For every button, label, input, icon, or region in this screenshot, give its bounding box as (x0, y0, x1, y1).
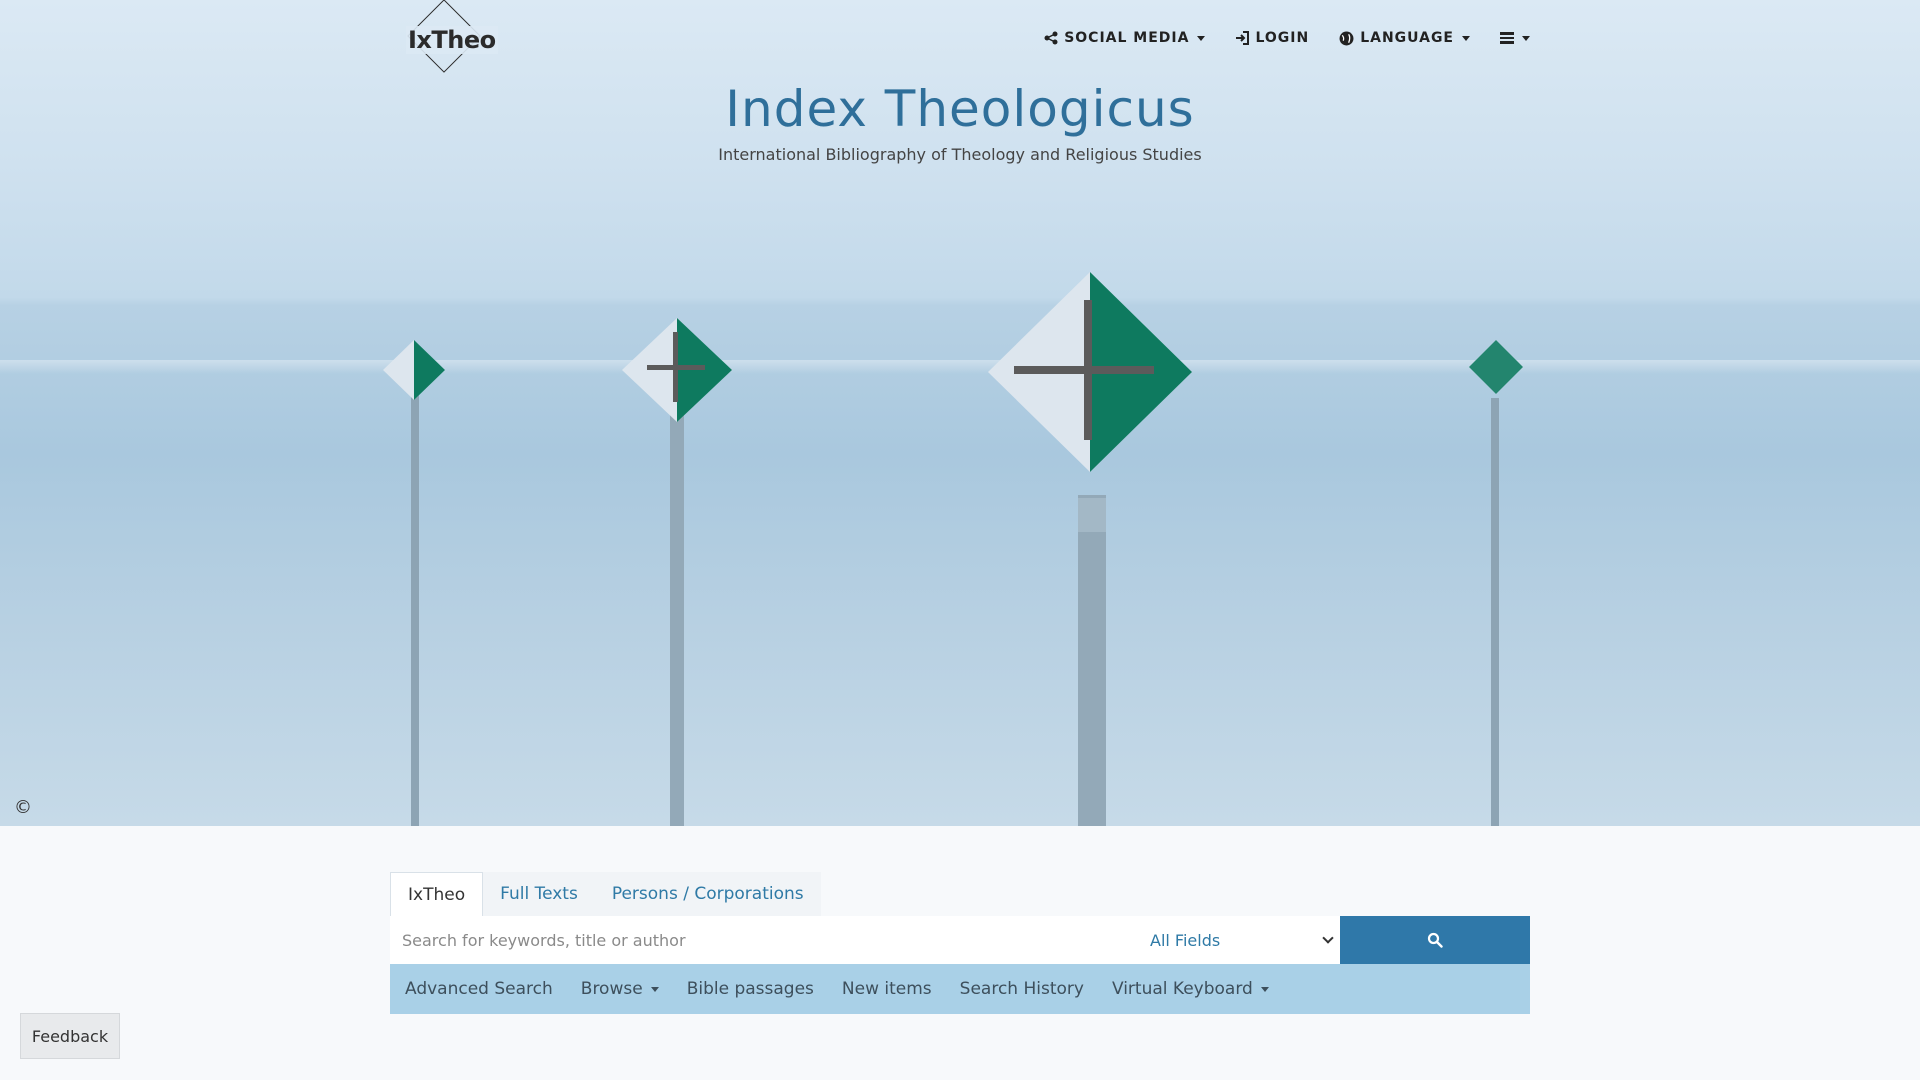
advanced-search-link[interactable]: Advanced Search (405, 979, 553, 999)
login-label: LOGIN (1255, 30, 1310, 46)
site-subtitle: International Bibliography of Theology a… (718, 145, 1202, 164)
ixtheo-logo[interactable]: IxTheo (400, 0, 498, 80)
chevron-down-icon (1462, 35, 1470, 41)
search-field-value: All Fields (1150, 930, 1221, 950)
virtual-keyboard-label: Virtual Keyboard (1111, 979, 1253, 999)
logo-text: IxTheo (406, 26, 498, 54)
share-icon (1044, 31, 1058, 45)
virtual-keyboard-menu[interactable]: Virtual Keyboard (1112, 979, 1269, 999)
search-options-bar: Advanced Search Browse Bible passages Ne… (390, 964, 1530, 1014)
globe-icon (1339, 31, 1354, 45)
browse-label: Browse (580, 979, 643, 999)
marker-sign-mid-left (622, 318, 732, 826)
new-items-link[interactable]: New items (842, 979, 932, 999)
search-history-label: Search History (959, 979, 1084, 999)
browse-menu[interactable]: Browse (581, 979, 659, 999)
chevron-down-icon (1322, 932, 1334, 944)
chevron-down-icon (1522, 35, 1530, 41)
chevron-down-icon (1260, 986, 1269, 992)
language-label: LANGUAGE (1360, 30, 1454, 46)
search-button[interactable] (1340, 916, 1530, 964)
search-bar: All Fields (390, 916, 1530, 964)
marker-sign-center (988, 272, 1192, 826)
chevron-down-icon (650, 986, 659, 992)
advanced-search-label: Advanced Search (405, 979, 553, 999)
hamburger-menu[interactable] (1500, 30, 1530, 46)
bible-passages-link[interactable]: Bible passages (687, 979, 814, 999)
top-nav: SOCIAL MEDIA LOGIN LANGUAGE (1044, 30, 1530, 46)
search-field-select[interactable]: All Fields (1140, 916, 1340, 964)
marker-sign-left (383, 340, 445, 826)
menu-icon (1500, 30, 1514, 46)
search-icon (1427, 932, 1443, 948)
chevron-down-icon (1197, 35, 1206, 41)
tab-ixtheo[interactable]: IxTheo (390, 872, 484, 917)
login-link[interactable]: LOGIN (1235, 30, 1309, 46)
hero-banner: IxTheo SOCIAL MEDIA LOGIN LANGUAGE Index… (0, 0, 1920, 826)
login-icon (1236, 31, 1250, 45)
marker-sign-right (1469, 340, 1523, 826)
feedback-button[interactable]: Feedback (20, 1013, 120, 1059)
image-copyright-link[interactable]: © (14, 797, 32, 818)
search-tabs: IxTheo Full Texts Persons / Corporations (390, 872, 821, 917)
language-menu[interactable]: LANGUAGE (1339, 30, 1470, 46)
bible-passages-label: Bible passages (686, 979, 814, 999)
tab-full-texts[interactable]: Full Texts (483, 872, 595, 916)
search-history-link[interactable]: Search History (960, 979, 1084, 999)
new-items-label: New items (841, 979, 932, 999)
social-media-menu[interactable]: SOCIAL MEDIA (1044, 30, 1206, 46)
tab-persons-corporations[interactable]: Persons / Corporations (594, 872, 821, 916)
social-media-label: SOCIAL MEDIA (1064, 30, 1190, 46)
site-title: Index Theologicus (725, 80, 1195, 138)
search-input[interactable] (390, 916, 1140, 964)
